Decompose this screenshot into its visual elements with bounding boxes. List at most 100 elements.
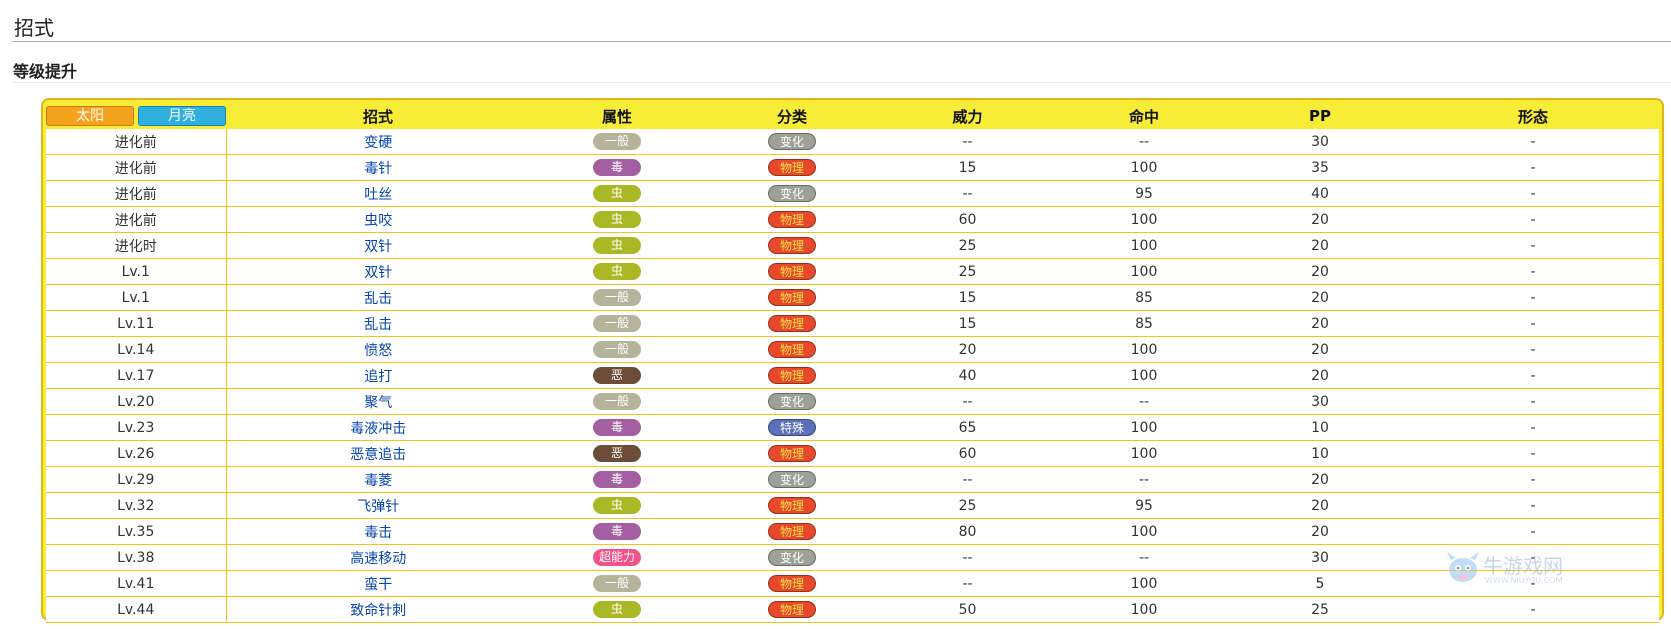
move-name-link[interactable]: 飞弹针	[357, 499, 399, 515]
move-name-link[interactable]: 高速移动	[350, 551, 406, 567]
move-category-cell: 物理	[704, 362, 880, 389]
move-name-cell: 变硬	[226, 129, 530, 155]
table-row: 进化前 变硬 一般 变化 -- -- 30-	[46, 129, 1659, 155]
subsection-divider	[12, 82, 1671, 83]
move-power: 15	[880, 284, 1055, 311]
move-type-cell: 虫	[530, 232, 704, 259]
table-row: 进化前 吐丝 虫 变化 -- 95 40-	[46, 180, 1659, 207]
column-header-power: 威力	[952, 107, 983, 126]
move-level: 进化前	[46, 129, 227, 155]
move-type-cell: 虫	[530, 258, 704, 285]
category-badge: 物理	[768, 367, 816, 384]
tab-sun-version[interactable]: 太阳	[46, 106, 134, 126]
table-row: Lv.26 恶意追击 恶 物理 60 100 10-	[46, 440, 1659, 467]
move-accuracy: 100	[1055, 596, 1233, 623]
category-badge: 物理	[768, 237, 816, 254]
move-name-cell: 吐丝	[226, 180, 530, 207]
move-name-link[interactable]: 乱击	[364, 317, 392, 333]
move-name-link[interactable]: 吐丝	[364, 187, 392, 203]
move-level: Lv.17	[46, 362, 227, 389]
type-badge: 一般	[593, 315, 641, 332]
move-name-link[interactable]: 变硬	[364, 135, 392, 151]
table-header-row: 太阳 月亮 招式 属性 分类 威力 命中 PP 形态	[46, 103, 1659, 129]
move-type-cell: 恶	[530, 362, 704, 389]
type-badge: 毒	[593, 419, 641, 436]
site-watermark: 牛游戏网 WWW.NIUYOU.COM	[1445, 548, 1565, 588]
move-name-link[interactable]: 双针	[364, 265, 392, 281]
table-row: Lv.1 乱击 一般 物理 15 85 20-	[46, 284, 1659, 311]
move-accuracy: --	[1055, 129, 1233, 155]
type-badge: 虫	[593, 497, 641, 514]
move-category-cell: 物理	[704, 440, 880, 467]
type-badge: 虫	[593, 601, 641, 618]
move-level: Lv.14	[46, 336, 227, 363]
move-form: -	[1407, 596, 1659, 623]
move-level: Lv.26	[46, 440, 227, 467]
category-badge: 物理	[768, 159, 816, 176]
move-form: -	[1407, 180, 1659, 207]
move-name-cell: 毒液冲击	[226, 414, 530, 441]
move-name-link[interactable]: 双针	[364, 239, 392, 255]
move-name-cell: 致命针刺	[226, 596, 530, 623]
category-badge: 物理	[768, 211, 816, 228]
move-type-cell: 虫	[530, 206, 704, 233]
move-name-link[interactable]: 乱击	[364, 291, 392, 307]
move-form: -	[1407, 284, 1659, 311]
table-row: Lv.29 毒菱毒变化 -- -- 20-	[46, 466, 1659, 493]
move-name-link[interactable]: 毒菱	[364, 473, 392, 489]
level-version-tabs: 太阳 月亮	[46, 103, 226, 129]
move-type-cell: 毒	[530, 466, 704, 493]
move-power: 65	[880, 414, 1055, 441]
move-form: -	[1407, 518, 1659, 545]
move-type-cell: 恶	[530, 440, 704, 467]
move-name-cell: 乱击	[226, 310, 530, 337]
move-accuracy: 85	[1055, 284, 1233, 311]
type-badge: 虫	[593, 263, 641, 280]
move-pp: 20	[1233, 284, 1407, 311]
type-badge: 一般	[593, 341, 641, 358]
table-row: Lv.35 毒击 毒 物理 80 100 20-	[46, 518, 1659, 545]
move-type-cell: 虫	[530, 180, 704, 207]
tab-moon-version[interactable]: 月亮	[138, 106, 226, 126]
move-pp: 5	[1233, 570, 1407, 597]
table-row: Lv.11 乱击 一般 物理 15 85 20-	[46, 310, 1659, 337]
move-power: 60	[880, 440, 1055, 467]
move-level: 进化时	[46, 232, 227, 259]
move-accuracy: 100	[1055, 414, 1233, 441]
type-badge: 恶	[593, 445, 641, 462]
move-name-link[interactable]: 追打	[364, 369, 392, 385]
type-badge: 毒	[593, 471, 641, 488]
move-form: -	[1407, 206, 1659, 233]
move-type-cell: 毒	[530, 518, 704, 545]
category-badge: 物理	[768, 289, 816, 306]
move-name-link[interactable]: 恶意追击	[350, 447, 406, 463]
move-name-link[interactable]: 毒液冲击	[350, 421, 406, 437]
category-badge: 变化	[768, 549, 816, 566]
move-category-cell: 物理	[704, 596, 880, 623]
move-category-cell: 物理	[704, 310, 880, 337]
move-power: 60	[880, 206, 1055, 233]
move-name-link[interactable]: 聚气	[364, 395, 392, 411]
move-name-link[interactable]: 愤怒	[364, 343, 392, 359]
move-level: Lv.11	[46, 310, 227, 337]
move-type-cell: 一般	[530, 336, 704, 363]
move-name-link[interactable]: 毒针	[364, 161, 392, 177]
table-row: Lv.1 双针 虫 物理 25 100 20-	[46, 258, 1659, 285]
move-name-link[interactable]: 蛮干	[364, 577, 392, 593]
move-form: -	[1407, 258, 1659, 285]
move-type-cell: 一般	[530, 310, 704, 337]
move-level: 进化前	[46, 180, 227, 207]
move-power: --	[880, 544, 1055, 571]
move-level: Lv.20	[46, 388, 227, 415]
move-form: -	[1407, 154, 1659, 181]
move-pp: 20	[1233, 206, 1407, 233]
table-row: 进化前 虫咬 虫 物理 60 100 20-	[46, 206, 1659, 233]
move-name-link[interactable]: 虫咬	[364, 213, 392, 229]
move-accuracy: --	[1055, 466, 1233, 493]
type-badge: 超能力	[593, 549, 641, 566]
move-name-link[interactable]: 毒击	[364, 525, 392, 541]
move-power: --	[880, 180, 1055, 207]
move-name-link[interactable]: 致命针刺	[350, 603, 406, 619]
move-level: Lv.23	[46, 414, 227, 441]
table-row: Lv.44 致命针刺 虫 物理 50 100 25-	[46, 596, 1659, 623]
